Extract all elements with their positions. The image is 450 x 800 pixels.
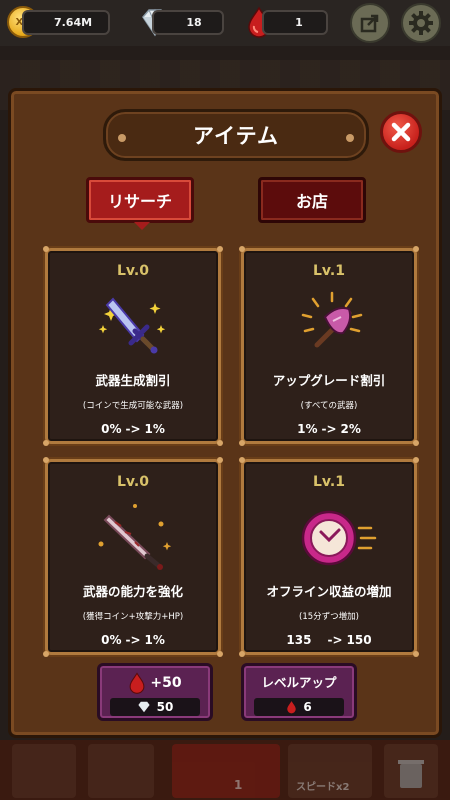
coin-counter: 7.64M bbox=[22, 10, 110, 35]
value-from: 135 bbox=[286, 633, 312, 647]
card-value-change: 0% -> 1% bbox=[48, 422, 218, 436]
value-from: 0% bbox=[101, 422, 122, 436]
card-level: Lv.1 bbox=[313, 474, 345, 490]
dock-slot-weapon[interactable]: 1 bbox=[172, 744, 280, 798]
trash-icon bbox=[398, 760, 424, 788]
card-description: (すべての武器) bbox=[300, 401, 358, 411]
card-description: (獲得コイン+攻撃力+HP) bbox=[82, 612, 184, 622]
gem-counter: 18 bbox=[152, 10, 224, 35]
bottom-dock: 1 スピードx2 bbox=[0, 740, 450, 800]
card-name: オフライン収益の増加 bbox=[266, 584, 392, 599]
buy-cost: 50 bbox=[110, 698, 200, 716]
card-level: Lv.0 bbox=[117, 263, 149, 279]
items-modal: アイテム リサーチ お店 Lv.0 武器生成割引 (コインで生成可能な武器) 0… bbox=[8, 88, 442, 738]
card-level: Lv.1 bbox=[313, 263, 345, 279]
tab-shop[interactable]: お店 bbox=[258, 177, 366, 223]
card-value-change: 0% -> 1% bbox=[48, 633, 218, 647]
buy-amount: +50 bbox=[150, 675, 182, 691]
dock-slot-value: 1 bbox=[234, 778, 243, 792]
share-button[interactable] bbox=[350, 3, 390, 43]
diamond-icon bbox=[138, 701, 150, 713]
close-icon bbox=[391, 122, 411, 142]
close-button[interactable] bbox=[380, 111, 422, 153]
speed-label: スピードx2 bbox=[296, 782, 350, 793]
research-card-offline-income[interactable]: Lv.1 オフライン収益の増加 (15分ずつ増加) 135 -> 150 bbox=[239, 457, 419, 657]
card-description: (15分ずつ増加) bbox=[299, 612, 359, 622]
research-card-upgrade-discount[interactable]: Lv.1 アップグレード割引 (すべての武器) 1% -> 2% bbox=[239, 246, 419, 446]
ruby-drop-icon bbox=[129, 672, 145, 694]
ruby-counter: 1 bbox=[262, 10, 328, 35]
research-card-weapon-power[interactable]: Lv.0 武器の能力を強化 (獲得コイン+攻撃力+HP) 0% -> 1% bbox=[43, 457, 223, 657]
card-level: Lv.0 bbox=[117, 474, 149, 490]
value-arrow: -> bbox=[125, 422, 141, 436]
settings-button[interactable] bbox=[401, 3, 441, 43]
buy-rubies-button[interactable]: +50 50 bbox=[97, 663, 213, 721]
sword-icon bbox=[98, 297, 166, 354]
modal-title-plate: アイテム bbox=[103, 109, 369, 161]
active-tab-pointer bbox=[134, 222, 150, 230]
share-icon bbox=[360, 14, 379, 33]
level-up-button[interactable]: レベルアップ 6 bbox=[241, 663, 357, 721]
card-name: 武器の能力を強化 bbox=[82, 584, 183, 599]
value-arrow: -> bbox=[125, 633, 141, 647]
modal-title: アイテム bbox=[193, 124, 279, 148]
axe-icon bbox=[301, 291, 363, 348]
value-to: 2% bbox=[340, 422, 361, 436]
value-from: 1% bbox=[297, 422, 318, 436]
clock-icon bbox=[301, 510, 377, 566]
level-up-cost-value: 6 bbox=[303, 700, 312, 714]
card-value-change: 1% -> 2% bbox=[244, 422, 414, 436]
gear-icon bbox=[409, 11, 433, 35]
value-arrow: -> bbox=[321, 422, 337, 436]
research-card-weapon-discount[interactable]: Lv.0 武器生成割引 (コインで生成可能な武器) 0% -> 1% bbox=[43, 246, 223, 446]
level-up-cost: 6 bbox=[254, 698, 344, 716]
value-to: 1% bbox=[144, 422, 165, 436]
buy-cost-value: 50 bbox=[156, 700, 174, 714]
coin-value: 7.64M bbox=[53, 16, 93, 29]
card-value-change: 135 -> 150 bbox=[244, 633, 414, 647]
gem-value: 18 bbox=[186, 16, 202, 29]
card-name: アップグレード割引 bbox=[272, 373, 386, 388]
level-up-label: レベルアップ bbox=[261, 675, 337, 690]
top-bar: XP 7.64M 18 1 bbox=[0, 0, 450, 46]
trash-button[interactable] bbox=[384, 744, 438, 798]
value-to: 150 bbox=[346, 633, 372, 647]
dock-slot-speed[interactable]: スピードx2 bbox=[288, 744, 372, 798]
stud-icon bbox=[118, 134, 126, 142]
dock-slot-character[interactable] bbox=[12, 744, 76, 798]
stud-icon bbox=[346, 134, 354, 142]
value-arrow: -> bbox=[327, 633, 343, 647]
card-name: 武器生成割引 bbox=[95, 373, 171, 388]
card-description: (コインで生成可能な武器) bbox=[82, 401, 184, 411]
value-from: 0% bbox=[101, 633, 122, 647]
ruby-value: 1 bbox=[295, 16, 303, 29]
ruby-drop-icon bbox=[287, 701, 297, 714]
value-to: 1% bbox=[144, 633, 165, 647]
tab-research[interactable]: リサーチ bbox=[86, 177, 194, 223]
dock-slot-card[interactable] bbox=[88, 744, 154, 798]
blade-icon bbox=[98, 504, 172, 570]
buy-button-main: +50 bbox=[100, 672, 210, 694]
